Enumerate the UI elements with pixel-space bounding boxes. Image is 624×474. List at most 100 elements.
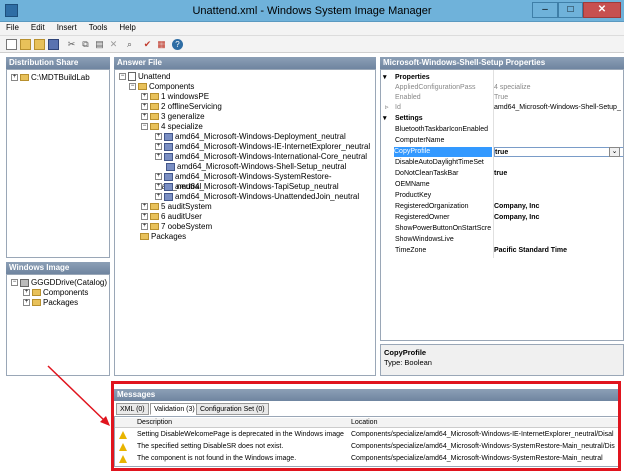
menu-help[interactable]: Help [113,22,141,33]
delete-icon[interactable]: ✕ [108,39,119,50]
property-row[interactable]: RegisteredOwner Company, Inc [381,213,623,223]
expand-icon[interactable]: + [141,103,148,111]
properties-grid: ▾ Properties AppliedConfigurationPass 4 sp… [380,69,624,341]
tree-node[interactable]: +7 oobeSystem [141,222,212,232]
tree-node[interactable]: + Packages [23,298,78,308]
expand-icon[interactable]: + [141,213,148,221]
tree-node[interactable]: + amd64_Microsoft-Windows-UnattendedJoin_… [155,192,359,202]
property-row[interactable]: ComputerName [381,136,623,146]
tree-node[interactable]: − Unattend [119,72,170,82]
property-row[interactable]: BluetoothTaskbarIconEnabled [381,125,623,135]
expand-icon[interactable]: + [155,173,162,181]
menu-tools[interactable]: Tools [83,22,114,33]
property-row[interactable]: OEMName [381,180,623,190]
copy-icon[interactable]: ⧉ [80,39,91,50]
help-icon[interactable]: ? [172,39,183,50]
folder-icon [150,123,159,131]
tree-node[interactable]: + amd64_Microsoft-Windows-TapiSetup_neutr… [155,182,339,192]
property-row[interactable]: Enabled True [381,93,623,103]
expand-icon[interactable]: + [141,203,148,211]
property-row[interactable]: DisableAutoDaylightTimeSet [381,158,623,168]
answer-file-pane: − Unattend − Components +1 windowsPE +2 of… [114,69,376,376]
property-row-selected[interactable]: CopyProfile true ⌄ [381,147,623,157]
description-title: CopyProfile [384,348,427,357]
collapse-icon[interactable]: − [119,73,126,81]
open-folder-icon[interactable] [34,39,45,50]
maximize-button[interactable]: □ [558,2,583,18]
property-row[interactable]: RegisteredOrganization Company, Inc [381,202,623,212]
property-row[interactable]: TimeZone Pacific Standard Time [381,246,623,256]
collapse-icon[interactable]: ▾ [383,73,387,83]
collapse-icon[interactable]: − [129,83,136,91]
tree-node[interactable]: +5 auditSystem [141,202,212,212]
expand-icon[interactable]: + [155,183,162,191]
collapse-icon[interactable]: − [141,123,148,131]
expand-icon[interactable]: + [23,289,30,297]
expand-icon[interactable]: + [11,74,18,82]
folder-icon [138,83,147,91]
folder-icon [150,213,159,221]
property-row[interactable]: ShowWindowsLive [381,235,623,245]
menu-edit[interactable]: Edit [25,22,51,33]
tree-node[interactable]: Packages [140,232,186,242]
tree-node[interactable]: +2 offlineServicing [141,102,222,112]
property-row[interactable]: ▹ Id amd64_Microsoft-Windows-Shell-Setup_ [381,103,623,113]
tree-node[interactable]: + amd64_Microsoft-Windows-International-C… [155,152,367,162]
expand-icon[interactable]: + [23,299,30,307]
tree-node[interactable]: −4 specialize [141,122,203,132]
folder-icon [150,93,159,101]
property-section-settings[interactable]: ▾ Settings [381,114,623,124]
folder-icon [150,103,159,111]
component-icon [164,172,173,181]
highlight-box [111,381,621,471]
tree-node[interactable]: − GGGDDrive(Catalog) [11,278,107,288]
property-row[interactable]: ProductKey [381,191,623,201]
tree-node[interactable]: amd64_Microsoft-Windows-Shell-Setup_neut… [166,162,346,172]
expand-icon[interactable]: + [155,193,162,201]
tree-node[interactable]: +1 windowsPE [141,92,209,102]
property-row[interactable]: DoNotCleanTaskBar true [381,169,623,179]
search-icon[interactable]: ⌕ [124,39,135,50]
annotation-arrow [47,365,110,426]
property-row[interactable]: AppliedConfigurationPass 4 specialize [381,83,623,93]
tree-node[interactable]: − Components [129,82,194,92]
component-icon [164,142,173,151]
toolbar: ✂ ⧉ ▤ ✕ ⌕ ✔ ▦ ? [0,36,624,53]
tree-node[interactable]: + amd64_Microsoft-Windows-Deployment_neut… [155,132,346,142]
expand-icon[interactable]: ▹ [385,103,389,113]
new-icon[interactable] [6,39,17,50]
window-title: Unattend.xml - Windows System Image Mana… [192,5,432,17]
tree-node[interactable]: +3 generalize [141,112,205,122]
tree-node[interactable]: + amd64_Microsoft-Windows-SystemRestore-M… [155,172,375,191]
expand-icon[interactable]: + [155,143,162,151]
property-row[interactable]: ShowPowerButtonOnStartScre [381,224,623,234]
menu-insert[interactable]: Insert [51,22,83,33]
tree-node[interactable]: + Components [23,288,88,298]
close-button[interactable]: ✕ [583,2,621,18]
property-section-properties[interactable]: ▾ Properties [381,73,623,83]
windows-image-header: Windows Image [6,262,110,274]
cut-icon[interactable]: ✂ [66,39,77,50]
validate-icon[interactable]: ✔ [142,39,153,50]
dropdown-icon[interactable]: ⌄ [609,147,620,157]
tree-node[interactable]: + amd64_Microsoft-Windows-IE-InternetExpl… [155,142,370,152]
answer-file-header: Answer File [114,57,376,69]
folder-icon [150,223,159,231]
menu-file[interactable]: File [0,22,25,33]
expand-icon[interactable]: + [141,223,148,231]
tree-node[interactable]: +6 auditUser [141,212,202,222]
paste-icon[interactable]: ▤ [94,39,105,50]
expand-icon[interactable]: + [155,133,162,141]
save-icon[interactable] [48,39,59,50]
expand-icon[interactable]: + [141,113,148,121]
collapse-icon[interactable]: ▾ [383,114,387,124]
create-config-icon[interactable]: ▦ [156,39,167,50]
collapse-icon[interactable]: − [11,279,18,287]
expand-icon[interactable]: + [155,153,162,161]
tree-node[interactable]: + C:\MDTBuildLab [11,73,90,83]
folder-icon [150,113,159,121]
title-bar: Unattend.xml - Windows System Image Mana… [0,0,624,22]
minimize-button[interactable]: – [532,2,558,18]
open-icon[interactable] [20,39,31,50]
expand-icon[interactable]: + [141,93,148,101]
